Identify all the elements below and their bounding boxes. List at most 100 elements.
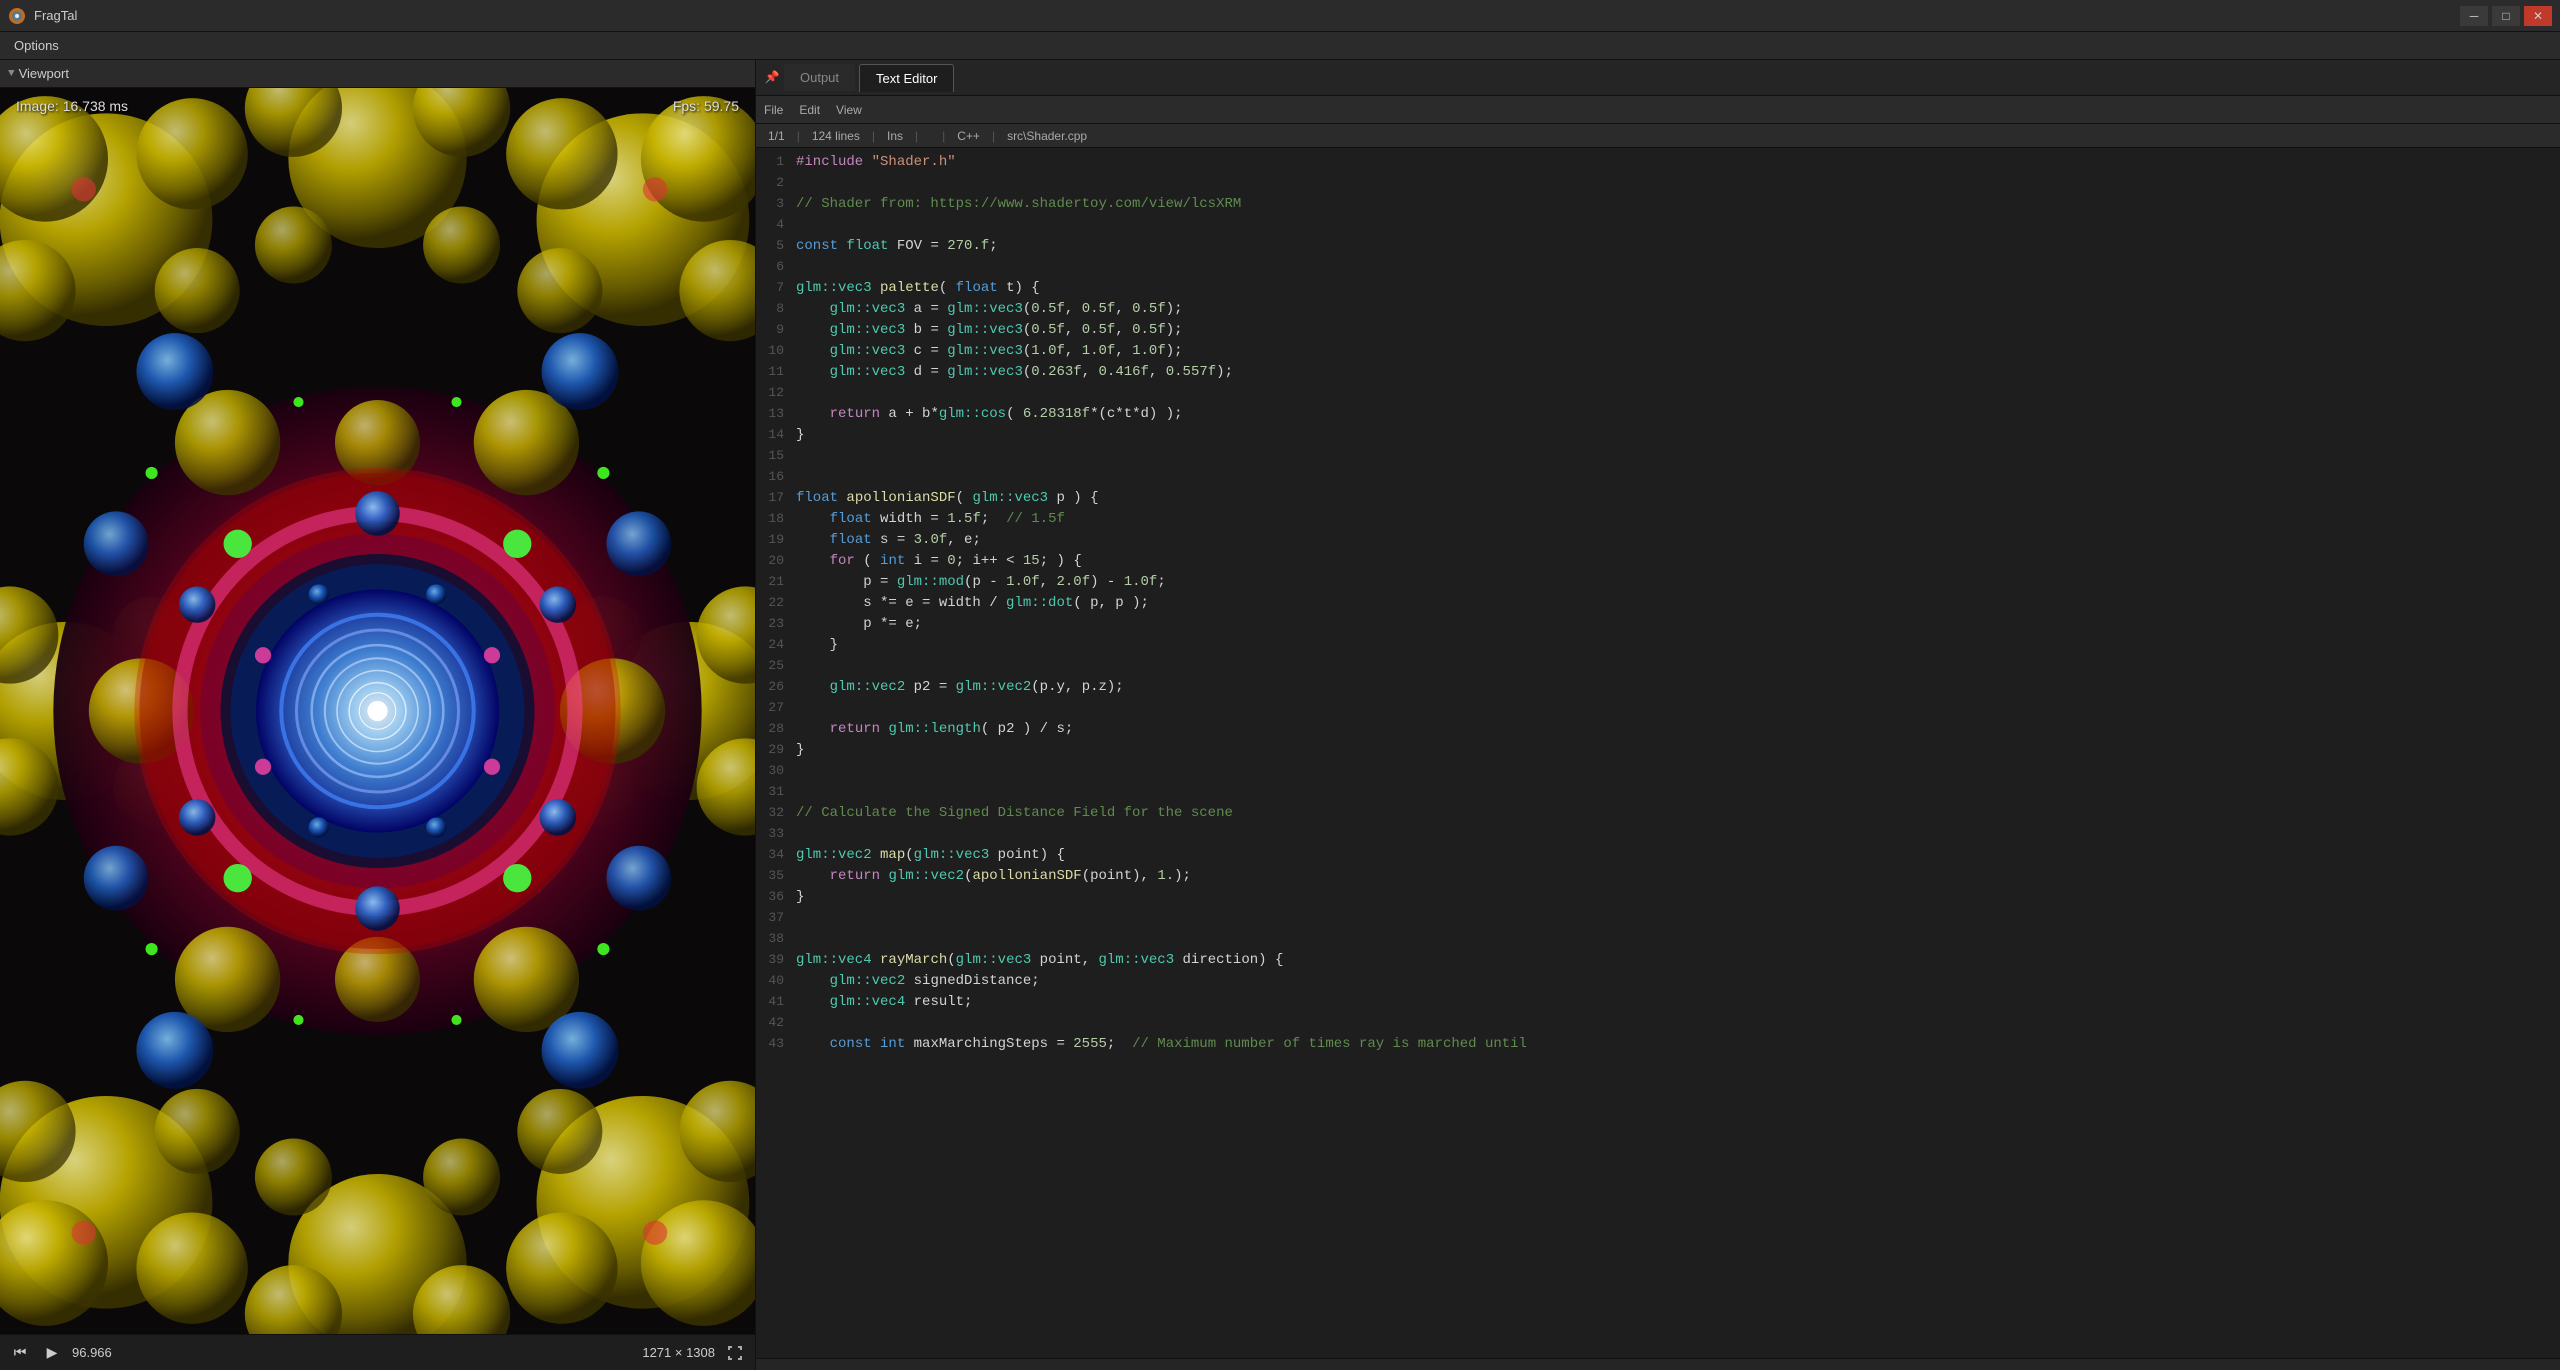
menubar: Options bbox=[0, 32, 2560, 60]
line-number: 12 bbox=[756, 383, 796, 403]
titlebar-left: FragTal bbox=[8, 7, 77, 25]
line-count: 124 lines bbox=[812, 129, 860, 143]
app-title: FragTal bbox=[34, 8, 77, 23]
code-editor[interactable]: 1#include "Shader.h"23// Shader from: ht… bbox=[756, 148, 2560, 1358]
line-number: 33 bbox=[756, 824, 796, 844]
code-line: 3// Shader from: https://www.shadertoy.c… bbox=[756, 194, 2560, 215]
code-line: 15 bbox=[756, 446, 2560, 467]
time-display: 96.966 bbox=[72, 1345, 132, 1360]
line-content: float apollonianSDF( glm::vec3 p ) { bbox=[796, 488, 2560, 509]
line-number: 21 bbox=[756, 572, 796, 592]
code-line: 24 } bbox=[756, 635, 2560, 656]
status-bar: 1/1 | 124 lines | Ins | | C++ | src\Shad… bbox=[756, 124, 2560, 148]
line-content: glm::vec3 a = glm::vec3(0.5f, 0.5f, 0.5f… bbox=[796, 299, 2560, 320]
code-line: 30 bbox=[756, 761, 2560, 782]
code-line: 34glm::vec2 map(glm::vec3 point) { bbox=[756, 845, 2560, 866]
viewport-header: ▼ Viewport bbox=[0, 60, 755, 88]
code-line: 1#include "Shader.h" bbox=[756, 152, 2560, 173]
line-number: 10 bbox=[756, 341, 796, 361]
editor-toolbar: File Edit View bbox=[756, 96, 2560, 124]
fractal-image bbox=[0, 88, 755, 1334]
line-number: 40 bbox=[756, 971, 796, 991]
code-line: 22 s *= e = width / glm::dot( p, p ); bbox=[756, 593, 2560, 614]
line-content: glm::vec3 b = glm::vec3(0.5f, 0.5f, 0.5f… bbox=[796, 320, 2560, 341]
line-content: glm::vec2 signedDistance; bbox=[796, 971, 2560, 992]
line-content: glm::vec3 d = glm::vec3(0.263f, 0.416f, … bbox=[796, 362, 2560, 383]
line-number: 41 bbox=[756, 992, 796, 1012]
line-content: glm::vec4 rayMarch(glm::vec3 point, glm:… bbox=[796, 950, 2560, 971]
line-content: const float FOV = 270.f; bbox=[796, 236, 2560, 257]
editor-horizontal-scrollbar[interactable] bbox=[756, 1358, 2560, 1370]
editor-panel: 📌 Output Text Editor File Edit View 1/1 … bbox=[756, 60, 2560, 1370]
line-content: // Shader from: https://www.shadertoy.co… bbox=[796, 194, 2560, 215]
code-line: 31 bbox=[756, 782, 2560, 803]
code-line: 39glm::vec4 rayMarch(glm::vec3 point, gl… bbox=[756, 950, 2560, 971]
line-number: 43 bbox=[756, 1034, 796, 1054]
toolbar-file[interactable]: File bbox=[764, 103, 783, 117]
maximize-button[interactable]: □ bbox=[2492, 6, 2520, 26]
line-number: 4 bbox=[756, 215, 796, 235]
line-number: 37 bbox=[756, 908, 796, 928]
code-line: 8 glm::vec3 a = glm::vec3(0.5f, 0.5f, 0.… bbox=[756, 299, 2560, 320]
toolbar-view[interactable]: View bbox=[836, 103, 862, 117]
line-number: 13 bbox=[756, 404, 796, 424]
resolution-display: 1271 × 1308 bbox=[642, 1345, 715, 1360]
line-number: 16 bbox=[756, 467, 796, 487]
line-content: p = glm::mod(p - 1.0f, 2.0f) - 1.0f; bbox=[796, 572, 2560, 593]
tab-output[interactable]: Output bbox=[784, 64, 855, 91]
tab-text-editor[interactable]: Text Editor bbox=[859, 64, 954, 92]
code-line: 42 bbox=[756, 1013, 2560, 1034]
code-line: 41 glm::vec4 result; bbox=[756, 992, 2560, 1013]
line-number: 8 bbox=[756, 299, 796, 319]
ins-mode: Ins bbox=[887, 129, 903, 143]
code-line: 27 bbox=[756, 698, 2560, 719]
minimize-button[interactable]: ─ bbox=[2460, 6, 2488, 26]
code-line: 6 bbox=[756, 257, 2560, 278]
viewport-canvas: Image: 16.738 ms Fps: 59.75 bbox=[0, 88, 755, 1334]
line-content: #include "Shader.h" bbox=[796, 152, 2560, 173]
line-content: p *= e; bbox=[796, 614, 2560, 635]
line-number: 34 bbox=[756, 845, 796, 865]
fullscreen-button[interactable] bbox=[723, 1341, 747, 1365]
close-button[interactable]: ✕ bbox=[2524, 6, 2552, 26]
code-line: 5const float FOV = 270.f; bbox=[756, 236, 2560, 257]
code-line: 21 p = glm::mod(p - 1.0f, 2.0f) - 1.0f; bbox=[756, 572, 2560, 593]
code-line: 40 glm::vec2 signedDistance; bbox=[756, 971, 2560, 992]
cursor-position: 1/1 bbox=[768, 129, 785, 143]
line-number: 20 bbox=[756, 551, 796, 571]
line-content: for ( int i = 0; i++ < 15; ) { bbox=[796, 551, 2560, 572]
code-line: 7glm::vec3 palette( float t) { bbox=[756, 278, 2560, 299]
line-number: 17 bbox=[756, 488, 796, 508]
line-number: 2 bbox=[756, 173, 796, 193]
line-content: glm::vec4 result; bbox=[796, 992, 2560, 1013]
menu-options[interactable]: Options bbox=[4, 34, 69, 57]
viewport-controls: ⏮ ▶ 96.966 1271 × 1308 bbox=[0, 1334, 755, 1370]
line-content: glm::vec3 palette( float t) { bbox=[796, 278, 2560, 299]
code-line: 10 glm::vec3 c = glm::vec3(1.0f, 1.0f, 1… bbox=[756, 341, 2560, 362]
play-button[interactable]: ▶ bbox=[40, 1341, 64, 1365]
rewind-button[interactable]: ⏮ bbox=[8, 1341, 32, 1365]
code-line: 32// Calculate the Signed Distance Field… bbox=[756, 803, 2560, 824]
line-content: s *= e = width / glm::dot( p, p ); bbox=[796, 593, 2560, 614]
code-line: 26 glm::vec2 p2 = glm::vec2(p.y, p.z); bbox=[756, 677, 2560, 698]
line-number: 26 bbox=[756, 677, 796, 697]
line-content: } bbox=[796, 635, 2560, 656]
line-number: 19 bbox=[756, 530, 796, 550]
code-line: 9 glm::vec3 b = glm::vec3(0.5f, 0.5f, 0.… bbox=[756, 320, 2560, 341]
editor-tabs: 📌 Output Text Editor bbox=[756, 60, 2560, 96]
line-number: 30 bbox=[756, 761, 796, 781]
line-content: float s = 3.0f, e; bbox=[796, 530, 2560, 551]
viewport-panel: ▼ Viewport bbox=[0, 60, 756, 1370]
line-number: 24 bbox=[756, 635, 796, 655]
line-number: 6 bbox=[756, 257, 796, 277]
code-line: 17float apollonianSDF( glm::vec3 p ) { bbox=[756, 488, 2560, 509]
line-number: 28 bbox=[756, 719, 796, 739]
line-content: return glm::vec2(apollonianSDF(point), 1… bbox=[796, 866, 2560, 887]
toolbar-edit[interactable]: Edit bbox=[799, 103, 820, 117]
line-content: } bbox=[796, 740, 2560, 761]
tab-pin-icon: 📌 bbox=[764, 70, 780, 86]
main-content: ▼ Viewport bbox=[0, 60, 2560, 1370]
code-line: 18 float width = 1.5f; // 1.5f bbox=[756, 509, 2560, 530]
line-number: 27 bbox=[756, 698, 796, 718]
code-line: 20 for ( int i = 0; i++ < 15; ) { bbox=[756, 551, 2560, 572]
